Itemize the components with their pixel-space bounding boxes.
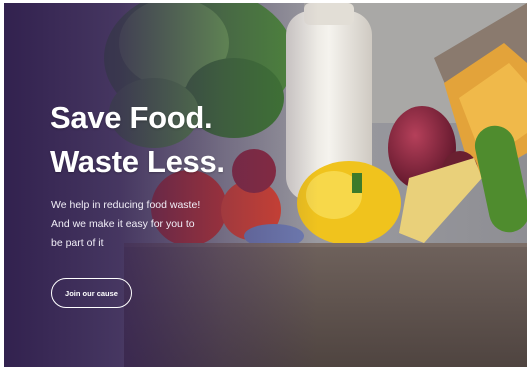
hero-headline-line-1: Save Food. [50, 100, 213, 135]
hero-tagline: We help in reducing food waste! And we m… [51, 196, 211, 253]
join-our-cause-button[interactable]: Join our cause [51, 278, 132, 308]
hero-gradient-overlay [4, 3, 527, 367]
hero-tagline-line-3: be part of it [51, 237, 104, 249]
hero-tagline-line-2: And we make it easy for you to [51, 218, 195, 230]
hero-tagline-line-1: We help in reducing food waste! [51, 199, 201, 211]
hero-headline-line-2: Waste Less. [50, 144, 225, 179]
hero-banner: Save Food. Waste Less. We help in reduci… [4, 3, 527, 367]
hero-headline: Save Food. Waste Less. [50, 96, 225, 184]
